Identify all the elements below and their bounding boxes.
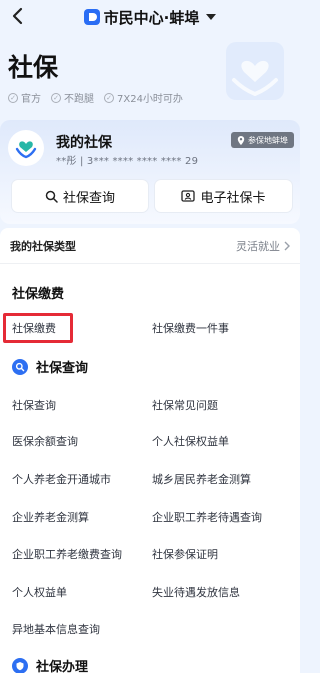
- social-security-type-row[interactable]: 我的社保类型 灵活就业: [0, 228, 300, 264]
- location-pin-icon: [237, 135, 245, 145]
- section-title-handle: 社保办理: [12, 656, 88, 673]
- back-button[interactable]: [6, 4, 30, 28]
- service-item-faq[interactable]: 社保常见问题: [152, 397, 218, 413]
- service-item-insurance-certificate[interactable]: 社保参保证明: [152, 546, 218, 562]
- my-social-security-card: 我的社保 **彤 | 3*** **** **** **** 29 参保地蚌埠 …: [0, 120, 300, 224]
- service-badges: ✓ 官方 ✓ 不跑腿 ✓ 7X24小时可办: [8, 90, 183, 105]
- card-title: 我的社保: [56, 135, 112, 151]
- type-label: 我的社保类型: [10, 239, 76, 253]
- service-item-remote-basic-info[interactable]: 异地基本信息查询: [12, 621, 100, 637]
- badge-no-visit: ✓ 不跑腿: [51, 90, 94, 105]
- insured-place-chip[interactable]: 参保地蚌埠: [231, 132, 294, 148]
- service-item-rural-pension-calc[interactable]: 城乡居民养老金测算: [152, 471, 251, 487]
- page-header-title: 市民中心·蚌埠: [103, 8, 200, 27]
- highlight-box: [3, 313, 73, 343]
- check-icon: ✓: [104, 92, 114, 103]
- service-item-enterprise-pension-calc[interactable]: 企业养老金测算: [12, 509, 89, 525]
- app-logo-icon: [83, 9, 100, 25]
- service-item-medical-balance[interactable]: 医保余额查询: [12, 433, 78, 449]
- type-value: 灵活就业: [236, 238, 290, 254]
- section-title-payment: 社保缴费: [12, 287, 65, 302]
- electronic-card-button[interactable]: 电子社保卡: [155, 180, 292, 212]
- search-shield-icon: [12, 358, 28, 375]
- service-item-rights-sheet[interactable]: 个人权益单: [12, 584, 67, 600]
- care-hands-illustration-icon: [226, 42, 284, 100]
- service-item-pension-payment-query[interactable]: 企业职工养老缴费查询: [12, 546, 122, 562]
- service-item-pension-benefit-query[interactable]: 企业职工养老待遇查询: [152, 509, 262, 525]
- city-selector[interactable]: 市民中心·蚌埠: [83, 7, 217, 28]
- badge-24h: ✓ 7X24小时可办: [104, 90, 183, 105]
- check-icon: ✓: [8, 92, 18, 103]
- chevron-down-icon: [206, 14, 217, 20]
- id-card-icon: [181, 190, 196, 202]
- shield-icon: [12, 657, 28, 673]
- search-icon: [45, 190, 58, 203]
- service-item-personal-rights-sheet[interactable]: 个人社保权益单: [152, 433, 229, 449]
- service-item-payment-one-thing[interactable]: 社保缴费一件事: [152, 320, 229, 336]
- service-item-query[interactable]: 社保查询: [12, 397, 56, 413]
- chevron-right-icon: [284, 241, 290, 250]
- check-icon: ✓: [51, 92, 61, 103]
- badge-official: ✓ 官方: [8, 90, 41, 105]
- service-item-pension-cities[interactable]: 个人养老金开通城市: [12, 471, 111, 487]
- social-security-logo-icon: [8, 130, 44, 166]
- section-title-query: 社保查询: [12, 357, 88, 376]
- page-title: 社保: [8, 53, 59, 82]
- masked-id-number: **彤 | 3*** **** **** **** 29: [56, 156, 199, 167]
- top-bar: 市民中心·蚌埠: [0, 0, 300, 34]
- social-security-query-button[interactable]: 社保查询: [12, 180, 148, 212]
- chevron-left-icon: [12, 7, 23, 25]
- service-item-unemployment-info[interactable]: 失业待遇发放信息: [152, 584, 240, 600]
